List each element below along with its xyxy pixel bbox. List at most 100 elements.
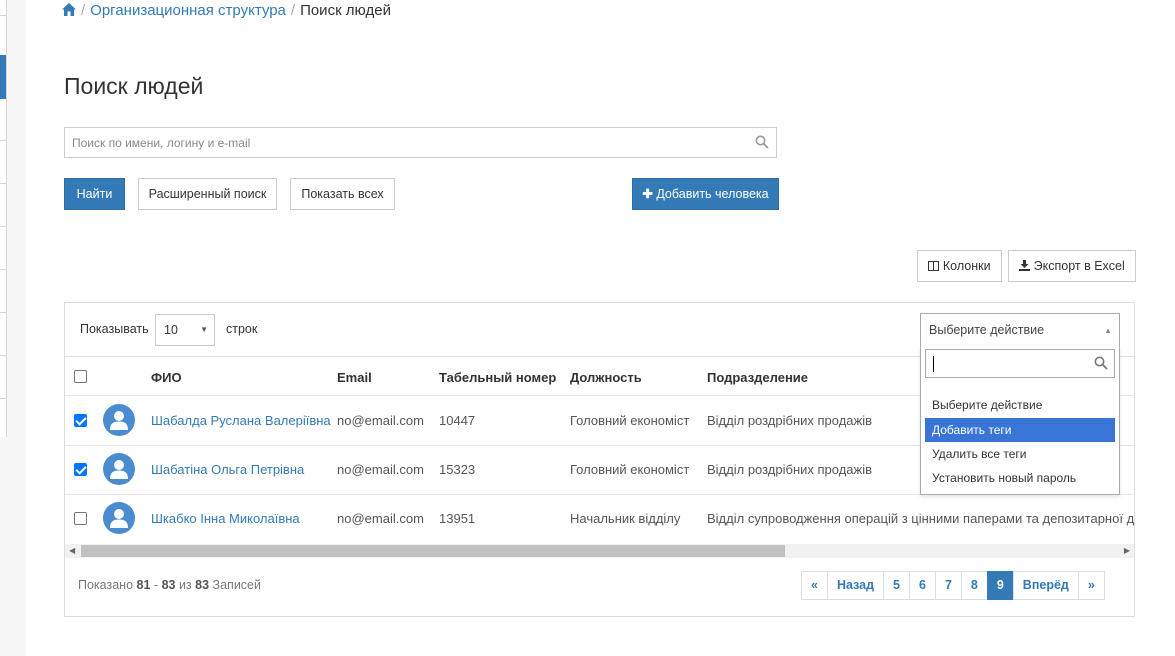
pagination-page-9[interactable]: 9 (986, 571, 1014, 600)
person-department: Відділ роздрібних продажів (707, 462, 873, 477)
summary-prefix: Показано (78, 578, 134, 592)
rows-per-page-value: 10 (164, 323, 178, 337)
people-search-input[interactable] (65, 128, 759, 157)
user-icon (110, 460, 128, 479)
select-all-checkbox[interactable] (74, 370, 87, 383)
avatar (103, 404, 135, 436)
pagination-page-7[interactable]: 7 (934, 571, 962, 600)
scroll-left-icon[interactable]: ◀ (69, 546, 75, 555)
page-title: Поиск людей (64, 73, 204, 99)
export-excel-button[interactable]: Экспорт в Excel (1008, 250, 1136, 282)
find-button[interactable]: Найти (64, 178, 125, 210)
breadcrumb: / Организационная структура / Поиск людей (62, 2, 391, 20)
sidebar-divider (0, 398, 6, 399)
column-header-position[interactable]: Должность (570, 370, 642, 385)
row-checkbox[interactable] (74, 512, 87, 525)
sidebar-divider (0, 269, 6, 270)
show-rows-label: Показывать (80, 322, 149, 336)
person-number: 13951 (439, 511, 476, 526)
column-header-email[interactable]: Email (337, 370, 372, 385)
columns-icon (928, 252, 940, 282)
dropdown-option[interactable]: Удалить все теги (925, 442, 1115, 466)
main-content: / Организационная структура / Поиск людей П… (26, 0, 1175, 656)
sidebar-divider (0, 312, 6, 313)
add-person-button[interactable]: ✚ Добавить человека (632, 178, 779, 210)
person-position: Головний економіст (570, 462, 690, 477)
column-header-department[interactable]: Подразделение (707, 370, 808, 385)
pagination-page-6[interactable]: 6 (908, 571, 936, 600)
pagination-next[interactable]: Вперёд (1012, 571, 1079, 600)
avatar (103, 502, 135, 534)
search-icon[interactable] (755, 135, 769, 152)
columns-button[interactable]: Колонки (917, 250, 1002, 282)
pagination-first[interactable]: « (801, 571, 828, 600)
sidebar-divider (0, 183, 6, 184)
add-person-label: Добавить человека (656, 187, 769, 201)
dropdown-option[interactable]: Установить новый пароль (925, 466, 1115, 490)
summary-total: 83 (195, 578, 210, 592)
search-icon (1094, 356, 1108, 373)
user-icon (110, 411, 128, 430)
person-number: 15323 (439, 462, 476, 477)
download-icon (1019, 252, 1031, 282)
row-checkbox[interactable] (74, 414, 87, 427)
bulk-action-select[interactable]: Выберите действие ▲ (920, 313, 1120, 346)
dropdown-search-input[interactable] (925, 349, 1115, 378)
records-summary: Показано 81 - 83 из 83 Записей (78, 578, 261, 592)
summary-of: из (178, 578, 192, 592)
left-sidebar (0, 0, 7, 437)
columns-label: Колонки (942, 259, 991, 273)
person-email: no@email.com (337, 413, 424, 428)
rows-per-page-select[interactable]: 10 ▼ (155, 314, 215, 346)
person-department: Відділ роздрібних продажів (707, 413, 873, 428)
dropdown-option-highlighted[interactable]: Добавить теги (925, 418, 1115, 442)
breadcrumb-link-org-structure[interactable]: Организационная структура (90, 2, 286, 19)
scrollbar-thumb[interactable] (81, 545, 785, 557)
caret-up-icon: ▲ (1104, 326, 1112, 335)
summary-suffix: Записей (212, 578, 261, 592)
plus-icon: ✚ (642, 187, 653, 201)
caret-down-icon: ▼ (200, 325, 208, 334)
pagination-page-8[interactable]: 8 (960, 571, 988, 600)
summary-dash: - (153, 578, 159, 592)
text-caret (933, 356, 934, 372)
people-search-box (64, 127, 777, 158)
pagination-page-5[interactable]: 5 (883, 571, 910, 600)
person-position: Головний економіст (570, 413, 690, 428)
home-icon[interactable] (62, 3, 76, 20)
column-header-number[interactable]: Табельный номер (439, 370, 556, 385)
summary-from: 81 (136, 578, 151, 592)
person-name-link[interactable]: Шабатіна Ольга Петрівна (151, 462, 304, 477)
column-header-name[interactable]: ФИО (151, 370, 182, 385)
person-email: no@email.com (337, 511, 424, 526)
pagination: « Назад 5 6 7 8 9 Вперёд » (801, 571, 1105, 600)
sidebar-divider (0, 15, 6, 16)
person-number: 10447 (439, 413, 476, 428)
advanced-search-button[interactable]: Расширенный поиск (138, 178, 277, 210)
avatar (103, 453, 135, 485)
person-position: Начальник відділу (570, 511, 681, 526)
dropdown-option[interactable]: Выберите действие (925, 393, 1115, 417)
pagination-prev[interactable]: Назад (826, 571, 885, 600)
sidebar-active-marker (0, 55, 6, 99)
summary-to: 83 (161, 578, 176, 592)
sidebar-divider (0, 140, 6, 141)
show-all-button[interactable]: Показать всех (290, 178, 395, 210)
bulk-action-value: Выберите действие (929, 323, 1045, 337)
horizontal-scrollbar[interactable]: ◀ ▶ (65, 544, 1134, 558)
rows-label: строк (226, 322, 258, 336)
scroll-right-icon[interactable]: ▶ (1124, 546, 1130, 555)
export-label: Экспорт в Excel (1033, 259, 1125, 273)
person-name-link[interactable]: Шкабко Інна Миколаївна (151, 511, 300, 526)
user-icon (110, 509, 128, 528)
person-email: no@email.com (337, 462, 424, 477)
person-name-link[interactable]: Шабалда Руслана Валеріївна (151, 413, 331, 428)
sidebar-divider (0, 355, 6, 356)
bulk-action-dropdown: Выберите действие Добавить теги Удалить … (920, 345, 1120, 495)
sidebar-divider (0, 226, 6, 227)
pagination-last[interactable]: » (1077, 571, 1105, 600)
breadcrumb-separator: / (81, 2, 86, 19)
breadcrumb-separator: / (290, 2, 296, 19)
person-department: Відділ супроводження операцій з цінними … (707, 511, 1134, 526)
row-checkbox[interactable] (74, 463, 87, 476)
